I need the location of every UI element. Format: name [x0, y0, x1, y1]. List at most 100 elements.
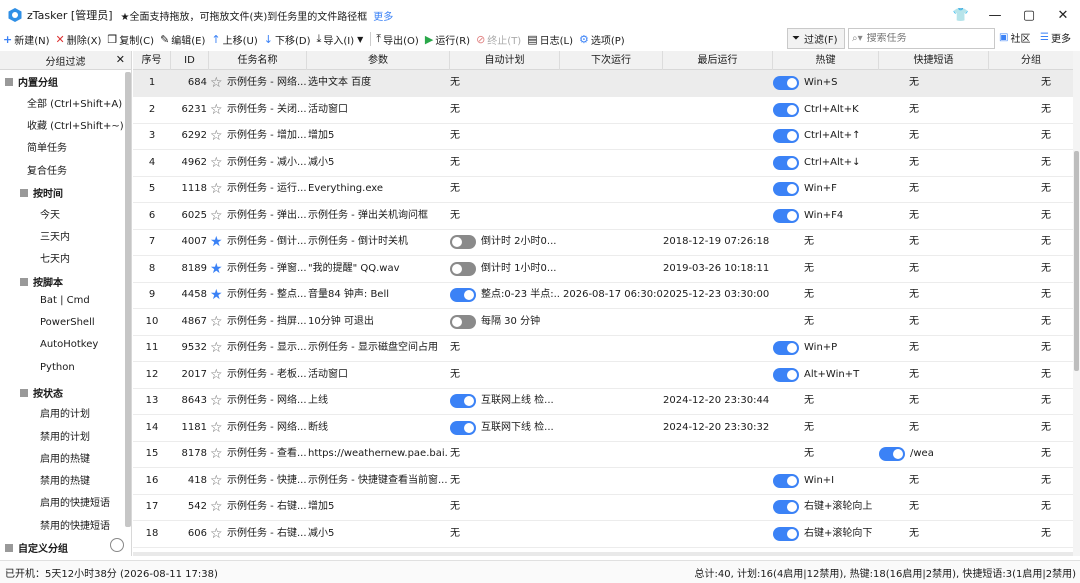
close-icon[interactable]: ✕	[116, 53, 125, 66]
table-row[interactable]: 10 4867 ☆ 示例任务 - 挡屏... 10分钟 可退出 每隔 30 分钟 无 无 无	[133, 309, 1073, 336]
table-row[interactable]: 17 542 ☆ 示例任务 - 右键... 增加5 无 右键+滚轮向上 无 无	[133, 494, 1073, 521]
options-button[interactable]: ⚙ 选项(P)	[576, 29, 628, 49]
table-row[interactable]: 12 2017 ☆ 示例任务 - 老板... 活动窗口 无 Alt+Win+T 无 无	[133, 362, 1073, 389]
favorite-star-icon[interactable]: ★	[210, 229, 224, 255]
more-link[interactable]: 更多	[373, 8, 393, 23]
hotkey-toggle[interactable]	[773, 182, 799, 196]
export-button[interactable]: ⤒ 导出(O)	[373, 29, 422, 49]
sidebar-item-simple[interactable]: 简单任务	[27, 139, 67, 154]
table-row[interactable]: 7 4007 ★ 示例任务 - 倒计... 示例任务 - 倒计时关机 倒计时 2小时0..…	[133, 229, 1073, 256]
favorite-star-icon[interactable]: ☆	[210, 468, 224, 494]
favorite-star-icon[interactable]: ☆	[210, 335, 224, 361]
hotkey-toggle[interactable]	[773, 526, 799, 541]
table-row[interactable]: 16 418 ☆ 示例任务 - 快捷... 示例任务 - 快捷键查看当前窗... 无 Win…	[133, 468, 1073, 495]
col-header-hotkey[interactable]: 热键	[773, 51, 879, 70]
hotkey-toggle[interactable]	[773, 367, 799, 382]
sidebar-item-disabled-phrases[interactable]: 禁用的快捷短语	[40, 517, 110, 532]
community-button[interactable]: ▣ 社区	[999, 30, 1030, 45]
schedule-toggle[interactable]	[450, 314, 476, 329]
delete-button[interactable]: ✕ 删除(X)	[53, 29, 105, 49]
move-down-button[interactable]: ↓ 下移(D)	[261, 29, 314, 49]
table-row[interactable]: 4 4962 ☆ 示例任务 - 减小... 减小5 无 Ctrl+Alt+↓ 无 无	[133, 150, 1073, 177]
table-row[interactable]: 14 1181 ☆ 示例任务 - 网络... 断线 互联网下线 检... 2024-12-2…	[133, 415, 1073, 442]
favorite-star-icon[interactable]: ☆	[210, 150, 224, 176]
sidebar-item-bat[interactable]: Bat | Cmd	[40, 295, 90, 306]
move-up-button[interactable]: ↑ 上移(U)	[208, 29, 260, 49]
hotkey-toggle[interactable]	[773, 500, 799, 514]
sidebar-item-enabled-plans[interactable]: 启用的计划	[40, 405, 90, 420]
minimize-button[interactable]: —	[978, 0, 1012, 30]
hotkey-toggle[interactable]	[773, 76, 799, 90]
schedule-toggle[interactable]	[450, 261, 476, 276]
run-button[interactable]: ▶ 运行(R)	[422, 29, 473, 49]
table-row[interactable]: 8 8189 ★ 示例任务 - 弹窗... "我的提醒" QQ.wav 倒计时 1小时0.…	[133, 256, 1073, 283]
log-button[interactable]: ▤ 日志(L)	[524, 29, 576, 49]
favorite-star-icon[interactable]: ☆	[210, 97, 224, 123]
hotkey-toggle[interactable]	[773, 102, 799, 117]
table-row[interactable]: 9 4458 ★ 示例任务 - 整点... 音量84 钟声: Bell 整点:0-23 半…	[133, 282, 1073, 309]
table-row[interactable]: 11 9532 ☆ 示例任务 - 显示... 示例任务 - 显示磁盘空间占用 无 Win+P…	[133, 335, 1073, 362]
schedule-toggle[interactable]	[450, 394, 476, 408]
hotkey-toggle[interactable]	[773, 473, 799, 488]
hotkey-toggle[interactable]	[773, 129, 799, 143]
search-input[interactable]	[866, 33, 977, 44]
table-scrollbar[interactable]	[1073, 51, 1080, 556]
table-row[interactable]: 6 6025 ☆ 示例任务 - 弹出... 示例任务 - 弹出关机询问框 无 Win+F4 无…	[133, 203, 1073, 230]
schedule-toggle[interactable]	[450, 235, 476, 249]
table-row[interactable]: 1 684 ☆ 示例任务 - 网络... 选中文本 百度 无 Win+S 无 无	[133, 70, 1073, 97]
favorite-star-icon[interactable]: ★	[210, 282, 224, 308]
sidebar-item-enabled-phrases[interactable]: 启用的快捷短语	[40, 494, 110, 509]
sidebar-item-disabled-hotkeys[interactable]: 禁用的热键	[40, 472, 90, 487]
favorite-star-icon[interactable]: ☆	[210, 494, 224, 520]
favorite-star-icon[interactable]: ☆	[210, 176, 224, 202]
sidebar-scrollbar[interactable]	[125, 72, 131, 527]
sidebar-item-7days[interactable]: 七天内	[40, 250, 70, 265]
table-row[interactable]: 2 6231 ☆ 示例任务 - 关闭... 活动窗口 无 Ctrl+Alt+K 无 无	[133, 97, 1073, 124]
col-header-param[interactable]: 参数	[307, 51, 450, 70]
hotkey-toggle[interactable]	[773, 155, 799, 170]
sidebar-item-favorites[interactable]: 收藏 (Ctrl+Shift+~)	[27, 117, 124, 132]
phrase-toggle[interactable]	[879, 447, 905, 461]
favorite-star-icon[interactable]: ☆	[210, 521, 224, 547]
sidebar-item-disabled-plans[interactable]: 禁用的计划	[40, 428, 90, 443]
table-row[interactable]: 3 6292 ☆ 示例任务 - 增加... 增加5 无 Ctrl+Alt+↑ 无 无	[133, 123, 1073, 150]
group-by-script[interactable]: 按脚本	[20, 274, 63, 289]
sidebar-item-compound[interactable]: 复合任务	[27, 162, 67, 177]
col-header-schedule[interactable]: 自动计划	[450, 51, 560, 70]
stop-button[interactable]: ⊘ 终止(T)	[473, 29, 524, 49]
col-header-last-run[interactable]: 最后运行	[663, 51, 773, 70]
sidebar-item-today[interactable]: 今天	[40, 206, 60, 221]
sidebar-item-3days[interactable]: 三天内	[40, 228, 70, 243]
schedule-toggle[interactable]	[450, 420, 476, 435]
copy-button[interactable]: ❐ 复制(C)	[104, 29, 157, 49]
favorite-star-icon[interactable]: ☆	[210, 309, 224, 335]
maximize-button[interactable]: ▢	[1012, 0, 1046, 30]
hotkey-toggle[interactable]	[773, 208, 799, 223]
col-header-group[interactable]: 分组	[989, 51, 1073, 70]
edit-button[interactable]: ✎ 编辑(E)	[157, 29, 208, 49]
favorite-star-icon[interactable]: ☆	[210, 203, 224, 229]
col-header-phrase[interactable]: 快捷短语	[879, 51, 989, 70]
hotkey-toggle[interactable]	[773, 341, 799, 355]
settings-gear-icon[interactable]	[110, 538, 124, 552]
col-header-index[interactable]: 序号	[133, 51, 171, 70]
search-box[interactable]: ⌕▾	[848, 28, 995, 49]
favorite-star-icon[interactable]: ☆	[210, 362, 224, 388]
sidebar-item-autohotkey[interactable]: AutoHotkey	[40, 339, 98, 350]
favorite-star-icon[interactable]: ☆	[210, 70, 224, 96]
sidebar-item-all[interactable]: 全部 (Ctrl+Shift+A)	[27, 95, 122, 110]
import-button[interactable]: ⤓ 导入(I) ▼	[313, 29, 368, 49]
favorite-star-icon[interactable]: ☆	[210, 415, 224, 441]
more-button[interactable]: ☰ 更多	[1040, 30, 1071, 45]
sidebar-item-powershell[interactable]: PowerShell	[40, 317, 95, 328]
group-builtin[interactable]: 内置分组	[5, 74, 58, 89]
sidebar-item-python[interactable]: Python	[40, 362, 75, 373]
sidebar-item-enabled-hotkeys[interactable]: 启用的热键	[40, 450, 90, 465]
schedule-toggle[interactable]	[450, 288, 476, 302]
col-header-name[interactable]: 任务名称	[209, 51, 307, 70]
favorite-star-icon[interactable]: ☆	[210, 123, 224, 149]
skin-icon[interactable]: 👕	[944, 0, 978, 30]
favorite-star-icon[interactable]: ☆	[210, 441, 224, 467]
col-header-id[interactable]: ID	[171, 51, 209, 70]
filter-button[interactable]: ⏷ 过滤(F)	[787, 28, 845, 49]
